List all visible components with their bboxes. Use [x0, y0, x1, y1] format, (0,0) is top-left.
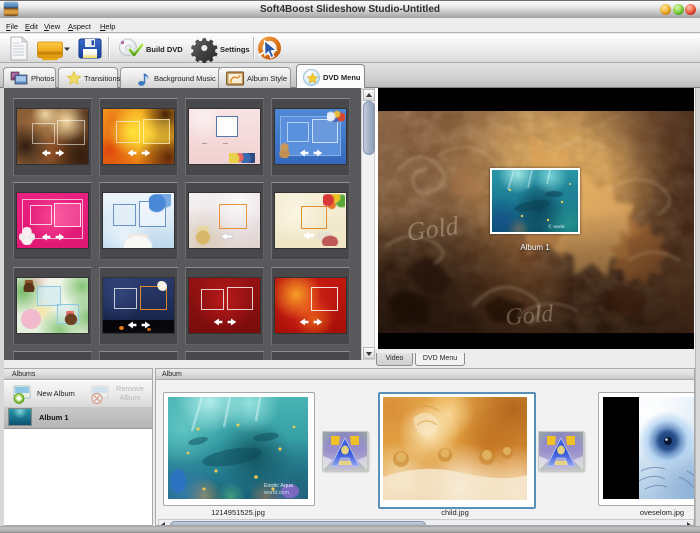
- svg-text:Gold: Gold: [504, 301, 555, 331]
- svg-text:world.com: world.com: [263, 490, 289, 496]
- svg-text:Exotic Aqua: Exotic Aqua: [264, 483, 294, 489]
- svg-text:Ⓒ world: Ⓒ world: [548, 223, 565, 230]
